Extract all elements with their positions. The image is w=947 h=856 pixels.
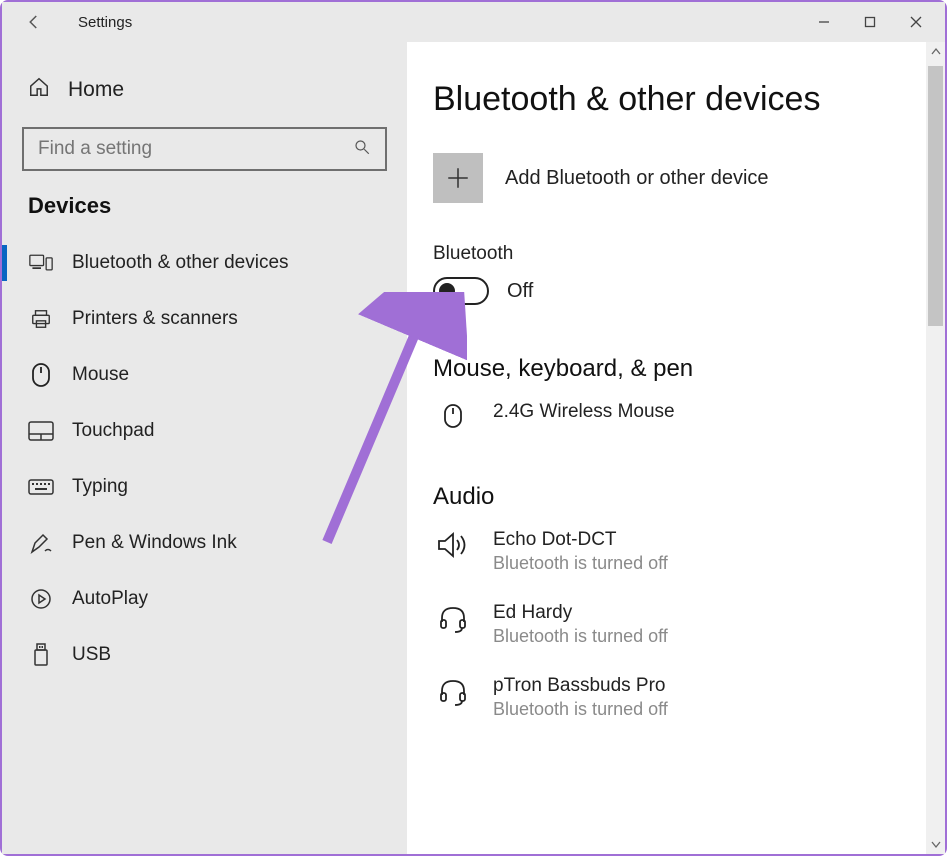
minimize-icon xyxy=(818,16,830,28)
bluetooth-devices-icon xyxy=(28,250,54,276)
scroll-up-button[interactable] xyxy=(926,42,945,62)
speaker-icon xyxy=(433,531,473,559)
home-icon xyxy=(28,76,50,103)
sidebar-item-label: Mouse xyxy=(72,364,129,386)
sidebar-item-typing[interactable]: Typing xyxy=(22,459,387,515)
bluetooth-state: Off xyxy=(507,280,533,303)
device-name: Ed Hardy xyxy=(493,602,668,624)
sidebar: Home Devices Bluetooth & other devices Pr… xyxy=(2,42,407,854)
close-icon xyxy=(910,16,922,28)
titlebar: Settings xyxy=(2,2,945,42)
sidebar-item-label: Typing xyxy=(72,476,128,498)
add-device-button[interactable]: Add Bluetooth or other device xyxy=(433,153,921,203)
sidebar-nav: Bluetooth & other devices Printers & scan… xyxy=(22,235,387,683)
headset-icon xyxy=(433,677,473,707)
keyboard-icon xyxy=(28,474,54,500)
device-name: pTron Bassbuds Pro xyxy=(493,675,668,697)
sidebar-item-bluetooth-other-devices[interactable]: Bluetooth & other devices xyxy=(22,235,387,291)
pen-icon xyxy=(28,530,54,556)
sidebar-section-title: Devices xyxy=(28,193,387,219)
plus-icon xyxy=(433,153,483,203)
arrow-left-icon xyxy=(25,13,43,31)
scroll-thumb[interactable] xyxy=(928,66,943,326)
content-area: Bluetooth & other devices Add Bluetooth … xyxy=(407,42,945,854)
mouse-icon xyxy=(433,403,473,429)
window-title: Settings xyxy=(78,14,132,31)
sidebar-item-printers-scanners[interactable]: Printers & scanners xyxy=(22,291,387,347)
device-name: 2.4G Wireless Mouse xyxy=(493,401,675,423)
device-category-title: Audio xyxy=(433,483,921,511)
add-device-label: Add Bluetooth or other device xyxy=(505,167,769,190)
home-label: Home xyxy=(68,78,124,102)
sidebar-item-label: Pen & Windows Ink xyxy=(72,532,237,554)
sidebar-item-label: AutoPlay xyxy=(72,588,148,610)
sidebar-item-label: Bluetooth & other devices xyxy=(72,252,289,274)
sidebar-item-autoplay[interactable]: AutoPlay xyxy=(22,571,387,627)
printer-icon xyxy=(28,306,54,332)
search-box[interactable] xyxy=(22,127,387,171)
sidebar-item-usb[interactable]: USB xyxy=(22,627,387,683)
back-button[interactable] xyxy=(14,13,54,31)
settings-window: Settings Home Devices xyxy=(0,0,947,856)
device-status: Bluetooth is turned off xyxy=(493,553,668,574)
device-item[interactable]: 2.4G Wireless Mouse xyxy=(433,401,921,429)
sidebar-item-label: Touchpad xyxy=(72,420,154,442)
device-status: Bluetooth is turned off xyxy=(493,626,668,647)
headset-icon xyxy=(433,604,473,634)
device-status: Bluetooth is turned off xyxy=(493,699,668,720)
scrollbar[interactable] xyxy=(926,42,945,854)
device-item[interactable]: pTron Bassbuds ProBluetooth is turned of… xyxy=(433,675,921,720)
touchpad-icon xyxy=(28,418,54,444)
device-item[interactable]: Echo Dot-DCTBluetooth is turned off xyxy=(433,529,921,574)
device-item[interactable]: Ed HardyBluetooth is turned off xyxy=(433,602,921,647)
search-input[interactable] xyxy=(38,138,353,160)
page-title: Bluetooth & other devices xyxy=(433,80,921,119)
sidebar-item-touchpad[interactable]: Touchpad xyxy=(22,403,387,459)
search-icon xyxy=(353,138,371,161)
bluetooth-heading: Bluetooth xyxy=(433,243,921,265)
toggle-knob xyxy=(439,283,455,299)
autoplay-icon xyxy=(28,586,54,612)
sidebar-item-mouse[interactable]: Mouse xyxy=(22,347,387,403)
home-link[interactable]: Home xyxy=(22,70,387,109)
sidebar-item-label: Printers & scanners xyxy=(72,308,238,330)
chevron-up-icon xyxy=(931,47,941,57)
maximize-button[interactable] xyxy=(847,6,893,38)
sidebar-item-label: USB xyxy=(72,644,111,666)
usb-icon xyxy=(28,642,54,668)
scroll-down-button[interactable] xyxy=(926,834,945,854)
close-button[interactable] xyxy=(893,6,939,38)
device-category-title: Mouse, keyboard, & pen xyxy=(433,355,921,383)
device-name: Echo Dot-DCT xyxy=(493,529,668,551)
bluetooth-toggle[interactable] xyxy=(433,277,489,305)
sidebar-item-pen-windows-ink[interactable]: Pen & Windows Ink xyxy=(22,515,387,571)
maximize-icon xyxy=(864,16,876,28)
chevron-down-icon xyxy=(931,839,941,849)
minimize-button[interactable] xyxy=(801,6,847,38)
mouse-icon xyxy=(28,362,54,388)
